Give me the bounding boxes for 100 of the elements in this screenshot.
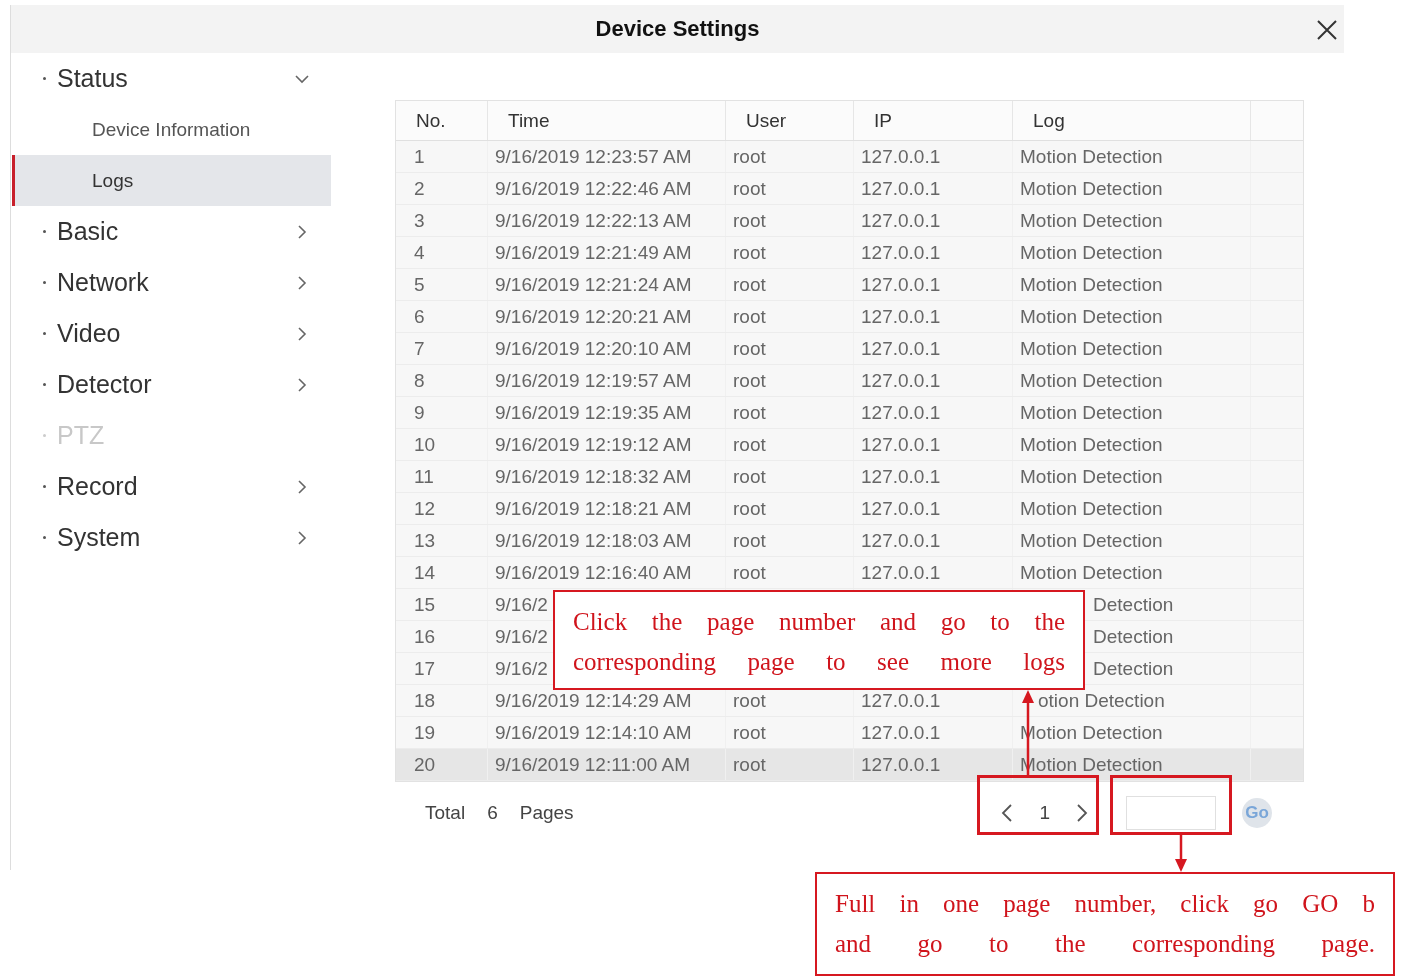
table-cell: 9/16/2019 12:11:00 AM (495, 753, 691, 776)
table-row[interactable]: 2 9/16/2019 12:22:46 AM root 127.0.0.1 Motion Detection (396, 173, 1303, 205)
chevron-right-icon (295, 224, 309, 239)
sidebar-subitem[interactable]: Logs (12, 155, 331, 206)
table-cell: 19 (414, 721, 436, 744)
table-cell: root (733, 273, 766, 296)
table-cell: 8 (414, 369, 425, 392)
table-row[interactable]: 1 9/16/2019 12:23:57 AM root 127.0.0.1 Motion Detection (396, 141, 1303, 173)
bullet-icon (43, 383, 46, 386)
bullet-icon (43, 434, 46, 437)
table-cell: 9/16/2019 12:23:57 AM (495, 145, 692, 168)
table-row[interactable]: 4 9/16/2019 12:21:49 AM root 127.0.0.1 Motion Detection (396, 237, 1303, 269)
table-cell: Motion Detection (1020, 145, 1163, 168)
table-cell: 127.0.0.1 (861, 177, 941, 200)
table-cell: 127.0.0.1 (861, 337, 941, 360)
close-icon[interactable] (1317, 20, 1337, 40)
table-cell: 7 (414, 337, 425, 360)
table-cell: root (733, 433, 766, 456)
sidebar-subitem[interactable]: Device Information (12, 104, 331, 155)
table-cell: 3 (414, 209, 425, 232)
table-cell: 9/16/2019 12:14:10 AM (495, 721, 692, 744)
sidebar-item-label: Basic (57, 217, 120, 246)
table-cell: 9/16/2019 12:21:24 AM (495, 273, 692, 296)
chevron-right-icon (295, 275, 309, 290)
table-cell: 16 (414, 625, 436, 648)
next-page-icon[interactable] (1076, 803, 1088, 823)
table-cell: Motion Detection (1020, 177, 1163, 200)
table-cell: 9/16/2019 12:18:32 AM (495, 465, 692, 488)
table-cell: Motion Detection (1020, 433, 1163, 456)
table-row[interactable]: 11 9/16/2019 12:18:32 AM root 127.0.0.1 Motion Detection (396, 461, 1303, 493)
table-cell: 17 (414, 657, 436, 680)
previous-page-icon[interactable] (1001, 803, 1014, 823)
column-header: No. (396, 101, 488, 140)
table-cell: 127.0.0.1 (861, 689, 941, 712)
column-header: Log (1013, 101, 1251, 140)
table-cell: 127.0.0.1 (861, 465, 941, 488)
sidebar-item[interactable]: System (11, 512, 331, 563)
table-cell: 15 (414, 593, 436, 616)
table-cell: 127.0.0.1 (861, 401, 941, 424)
table-row[interactable]: 7 9/16/2019 12:20:10 AM root 127.0.0.1 Motion Detection (396, 333, 1303, 365)
table-cell: 9/16/2019 12:20:21 AM (495, 305, 692, 328)
sidebar-item[interactable]: Basic (11, 206, 331, 257)
table-cell: 14 (414, 561, 436, 584)
sidebar-item-label: Network (57, 268, 150, 297)
table-row[interactable]: 10 9/16/2019 12:19:12 AM root 127.0.0.1 Motion Detection (396, 429, 1303, 461)
table-cell: 10 (414, 433, 436, 456)
bullet-icon (43, 485, 46, 488)
table-row[interactable]: 12 9/16/2019 12:18:21 AM root 127.0.0.1 Motion Detection (396, 493, 1303, 525)
pages-label: Pages (519, 802, 574, 824)
table-cell: 9/16/2019 12:18:03 AM (495, 529, 692, 552)
table-cell: otion Detection (1038, 689, 1165, 712)
table-row[interactable]: 8 9/16/2019 12:19:57 AM root 127.0.0.1 Motion Detection (396, 365, 1303, 397)
table-cell: Motion Detection (1020, 497, 1163, 520)
table-cell: root (733, 177, 766, 200)
table-row[interactable]: 6 9/16/2019 12:20:21 AM root 127.0.0.1 Motion Detection (396, 301, 1303, 333)
sidebar-item[interactable]: Status (11, 53, 331, 104)
table-cell: root (733, 497, 766, 520)
table-cell: 127.0.0.1 (861, 145, 941, 168)
bullet-icon (43, 77, 46, 80)
page-number[interactable]: 1 (1039, 802, 1050, 824)
bullet-icon (43, 281, 46, 284)
table-cell: 1 (414, 145, 425, 168)
sidebar-item[interactable]: Video (11, 308, 331, 359)
page-input-field[interactable] (1126, 796, 1216, 830)
table-cell: 2 (414, 177, 425, 200)
table-cell: root (733, 241, 766, 264)
table-cell: 11 (414, 465, 434, 488)
table-cell: 9/16/2019 12:22:46 AM (495, 177, 692, 200)
table-cell: Motion Detection (1020, 529, 1163, 552)
sidebar-item[interactable]: Record (11, 461, 331, 512)
table-row[interactable]: 13 9/16/2019 12:18:03 AM root 127.0.0.1 Motion Detection (396, 525, 1303, 557)
table-cell: 9/16/2019 12:21:49 AM (495, 241, 692, 264)
table-cell: Motion Detection (1020, 401, 1163, 424)
table-row[interactable]: 9 9/16/2019 12:19:35 AM root 127.0.0.1 Motion Detection (396, 397, 1303, 429)
column-header: IP (854, 101, 1013, 140)
chevron-right-icon (295, 530, 309, 545)
table-cell: root (733, 561, 766, 584)
table-cell: Motion Detection (1020, 369, 1163, 392)
table-cell: 6 (414, 305, 425, 328)
table-cell: 9/16/2019 12:16:40 AM (495, 561, 692, 584)
sidebar-item[interactable]: Network (11, 257, 331, 308)
table-cell: Detection (1093, 593, 1174, 616)
table-cell: Motion Detection (1020, 465, 1163, 488)
sidebar-item-label: System (57, 523, 142, 552)
sidebar-item-label: Detector (57, 370, 153, 399)
callout-text: Full in one page number, click go GO b and go to the corresponding page. (835, 889, 1375, 959)
table-cell: 127.0.0.1 (861, 753, 941, 776)
table-cell: 9/16/2 (495, 625, 548, 648)
sidebar-item[interactable]: Detector (11, 359, 331, 410)
table-cell: 9/16/2 (495, 657, 548, 680)
table-cell: 127.0.0.1 (861, 433, 941, 456)
table-cell: 127.0.0.1 (861, 561, 941, 584)
table-cell: 5 (414, 273, 425, 296)
table-cell: Motion Detection (1020, 209, 1163, 232)
table-row[interactable]: 3 9/16/2019 12:22:13 AM root 127.0.0.1 Motion Detection (396, 205, 1303, 237)
table-row[interactable]: 14 9/16/2019 12:16:40 AM root 127.0.0.1 Motion Detection (396, 557, 1303, 589)
bullet-icon (43, 332, 46, 335)
table-row[interactable]: 5 9/16/2019 12:21:24 AM root 127.0.0.1 Motion Detection (396, 269, 1303, 301)
total-label: Total (425, 802, 466, 824)
table-cell: Motion Detection (1020, 273, 1163, 296)
